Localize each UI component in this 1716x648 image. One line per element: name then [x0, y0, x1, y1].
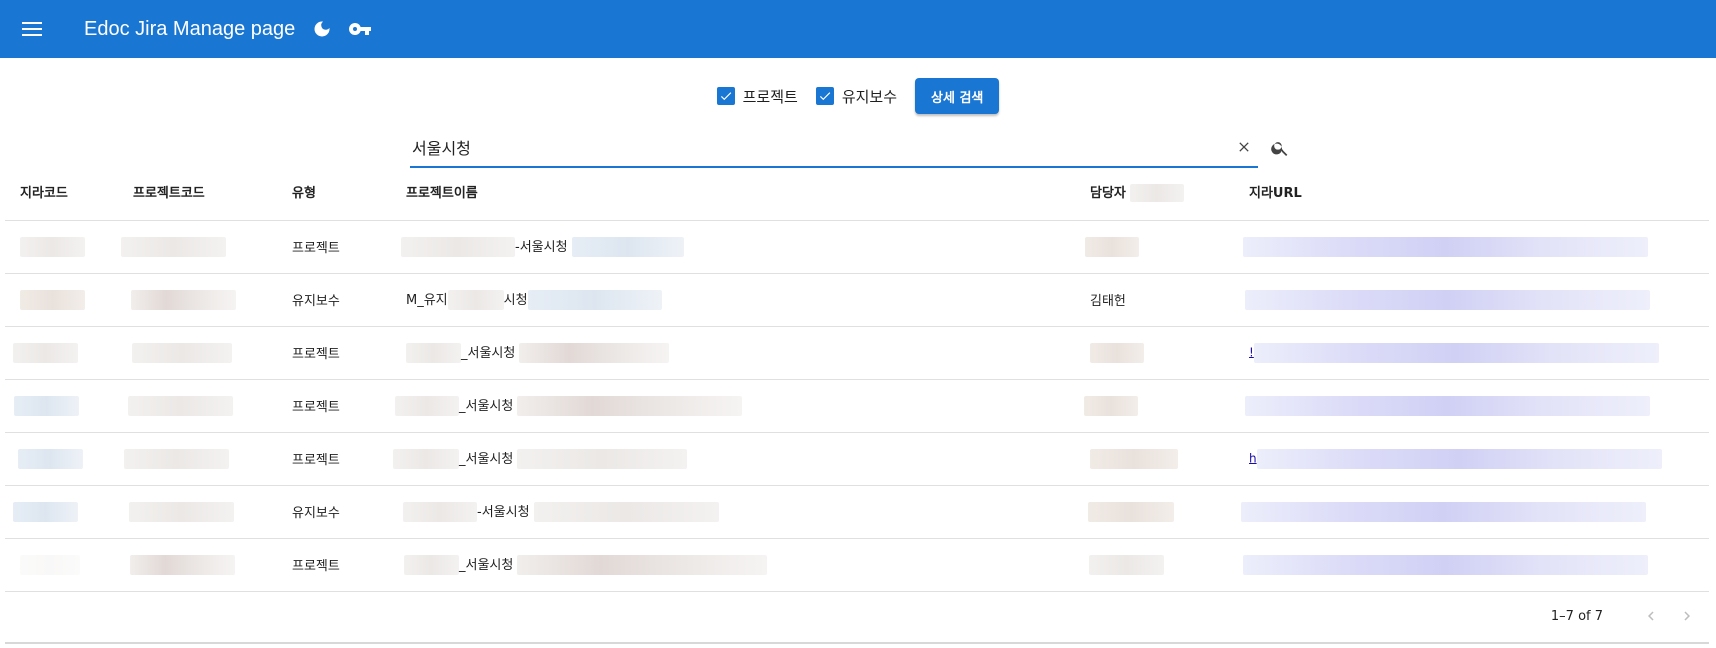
redacted-link[interactable] — [1253, 342, 1659, 363]
redacted-block — [517, 555, 768, 576]
redacted-link[interactable] — [1245, 289, 1650, 310]
col-manager[interactable]: 담당자 — [1075, 164, 1234, 221]
chevron-right-icon[interactable] — [1669, 598, 1705, 634]
redacted-block — [406, 343, 461, 364]
detail-search-button[interactable]: 상세 검색 — [915, 78, 1000, 114]
redacted-block — [1090, 448, 1178, 469]
pagination-range: 1–7 of 7 — [1550, 608, 1603, 624]
redacted-link[interactable] — [1245, 395, 1650, 416]
row-type: 유지보수 — [277, 273, 391, 327]
table-row[interactable]: 프로젝트 -서울시청 — [5, 220, 1709, 274]
redacted-block — [20, 554, 80, 575]
table-row[interactable]: 프로젝트 _서울시청 ! — [5, 326, 1709, 380]
redacted-block — [1084, 395, 1138, 416]
redacted-block — [404, 555, 459, 576]
redacted-block — [401, 237, 515, 258]
redacted-block — [1130, 184, 1185, 202]
row-type: 프로젝트 — [277, 326, 391, 380]
row-project-name: _서울시청 — [459, 451, 514, 467]
results-table: 지라코드 프로젝트코드 유형 프로젝트이름 담당자 지라URL 프로젝트 -서울… — [5, 164, 1709, 592]
app-bar: Edoc Jira Manage page — [0, 0, 1716, 58]
redacted-block — [124, 448, 229, 469]
redacted-block — [13, 342, 78, 363]
redacted-block — [1088, 501, 1174, 522]
redacted-block — [18, 448, 83, 469]
redacted-block — [403, 502, 477, 523]
redacted-block — [13, 501, 78, 522]
col-project-code[interactable]: 프로젝트코드 — [118, 164, 277, 221]
maintenance-filter[interactable]: 유지보수 — [815, 86, 898, 107]
row-project-name: _서울시청 — [459, 398, 514, 414]
project-checkbox-label: 프로젝트 — [742, 87, 798, 106]
row-manager: 김태헌 — [1075, 273, 1234, 327]
redacted-block — [447, 290, 504, 311]
redacted-block — [20, 236, 85, 257]
table-row[interactable]: 프로젝트 _서울시청 h — [5, 432, 1709, 486]
col-manager-label: 담당자 — [1090, 185, 1126, 201]
row-type: 유지보수 — [277, 485, 391, 539]
redacted-link[interactable] — [1256, 448, 1662, 469]
row-project-name: _서울시청 — [459, 557, 514, 573]
redacted-block — [14, 395, 79, 416]
search-icon[interactable] — [1266, 134, 1294, 162]
redacted-block — [131, 289, 236, 310]
project-filter[interactable]: 프로젝트 — [716, 86, 798, 107]
row-type: 프로젝트 — [277, 538, 391, 592]
chevron-left-icon[interactable] — [1633, 598, 1669, 634]
search-input[interactable] — [410, 129, 1230, 165]
table-row[interactable]: 유지보수 -서울시청 — [5, 485, 1709, 539]
redacted-block — [129, 501, 234, 522]
key-icon[interactable] — [345, 14, 375, 44]
redacted-block — [517, 449, 688, 470]
row-jira-link[interactable]: h — [1249, 451, 1257, 465]
redacted-block — [517, 396, 743, 417]
row-project-name: _서울시청 — [461, 345, 516, 361]
table-row[interactable]: 프로젝트 _서울시청 — [5, 379, 1709, 433]
redacted-block — [130, 554, 235, 575]
redacted-block — [519, 343, 670, 364]
redacted-block — [533, 502, 719, 523]
row-project-name: -서울시청 — [477, 504, 530, 520]
maintenance-checkbox[interactable] — [815, 87, 834, 105]
filter-bar: 프로젝트 유지보수 상세 검색 — [0, 58, 1716, 128]
table-row[interactable]: 유지보수 M_유지 시청 김태헌 — [5, 273, 1709, 327]
table-header: 지라코드 프로젝트코드 유형 프로젝트이름 담당자 지라URL — [5, 164, 1709, 221]
row-project-name: -서울시청 — [515, 239, 568, 255]
redacted-block — [571, 237, 684, 258]
redacted-block — [393, 449, 459, 470]
redacted-link[interactable] — [1241, 501, 1646, 522]
moon-icon[interactable] — [307, 14, 337, 44]
col-jira-url[interactable]: 지라URL — [1234, 164, 1709, 221]
redacted-block — [527, 290, 662, 311]
redacted-block — [1090, 342, 1144, 363]
redacted-block — [20, 289, 85, 310]
redacted-link[interactable] — [1243, 236, 1648, 257]
row-project-name: 시청 — [503, 292, 528, 308]
redacted-block — [132, 342, 232, 363]
row-type: 프로젝트 — [277, 379, 391, 433]
col-type[interactable]: 유형 — [277, 164, 391, 221]
redacted-block — [121, 236, 226, 257]
redacted-block — [395, 396, 459, 417]
row-type: 프로젝트 — [277, 432, 391, 486]
row-project-name-prefix: M_유지 — [406, 292, 448, 308]
col-project-name[interactable]: 프로젝트이름 — [391, 164, 1075, 221]
close-icon[interactable] — [1230, 133, 1258, 161]
menu-icon[interactable] — [20, 17, 44, 41]
table-row[interactable]: 프로젝트 _서울시청 — [5, 538, 1709, 592]
project-checkbox[interactable] — [716, 87, 735, 105]
redacted-block — [1089, 554, 1164, 575]
page-title: Edoc Jira Manage page — [84, 17, 296, 40]
search-field — [410, 128, 1258, 168]
redacted-link[interactable] — [1243, 554, 1648, 575]
maintenance-checkbox-label: 유지보수 — [841, 87, 898, 106]
redacted-block — [128, 395, 233, 416]
table-pagination: 1–7 of 7 — [5, 590, 1709, 644]
redacted-block — [1085, 236, 1139, 257]
col-jira-code[interactable]: 지라코드 — [5, 164, 118, 221]
row-type: 프로젝트 — [277, 220, 391, 274]
